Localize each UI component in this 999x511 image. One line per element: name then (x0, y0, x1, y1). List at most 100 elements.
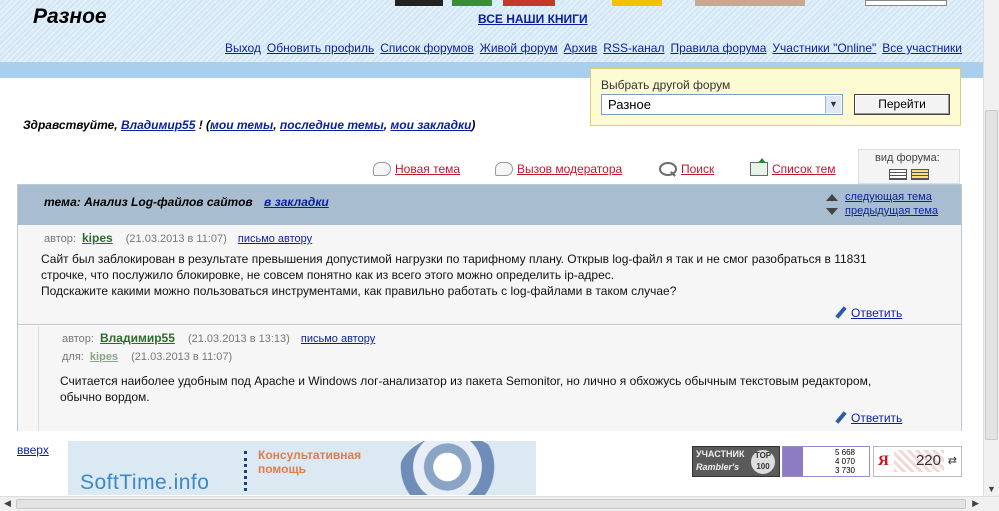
stats-bar-icon (783, 447, 803, 476)
tree-view-icon[interactable] (911, 169, 929, 180)
forum-actions: Новая тема Вызов модератора Поиск Список… (0, 158, 983, 182)
mail-author-link[interactable]: письмо автору (301, 333, 375, 345)
author-label: автор: (62, 333, 94, 345)
nav-update-profile[interactable]: Обновить профиль (267, 41, 374, 55)
post-2: автор: Владимир55 (21.03.2013 в 13:13) п… (18, 326, 961, 431)
nav-live-forum[interactable]: Живой форум (480, 41, 558, 55)
last-topics-link[interactable]: последние темы (280, 118, 384, 132)
softtime-banner[interactable]: SoftTime.info Консультативная помощь (68, 441, 536, 495)
call-moderator-link[interactable]: Вызов модератора (517, 162, 622, 176)
topic-list-action[interactable]: Список тем (750, 158, 836, 176)
speech-bubble-icon (373, 162, 391, 176)
consult-line-2: помощь (258, 462, 306, 476)
mail-author-link[interactable]: письмо автору (238, 233, 312, 245)
call-moderator-action[interactable]: Вызов модератора (495, 162, 622, 176)
horizontal-scrollbar[interactable]: ◀ ▶ (0, 496, 999, 511)
consult-line-1: Консультативная (258, 448, 362, 462)
book-banner-6[interactable] (865, 0, 947, 6)
scroll-right-icon[interactable]: ▶ (972, 498, 979, 509)
nav-logout[interactable]: Выход (225, 41, 261, 55)
prev-topic[interactable]: предыдущая тема (826, 205, 938, 217)
nav-archive[interactable]: Архив (564, 41, 598, 55)
dotted-separator (244, 451, 247, 491)
forum-select[interactable]: Разное ▼ (601, 94, 843, 115)
nav-all-members[interactable]: Все участники (882, 41, 962, 55)
horizontal-scroll-thumb[interactable] (16, 499, 966, 509)
book-banner-4[interactable] (612, 0, 662, 6)
my-bookmarks-link[interactable]: мои закладки (390, 118, 471, 132)
reply-link[interactable]: Ответить (851, 306, 902, 320)
reply-action[interactable]: Ответить (835, 411, 902, 425)
post-1: автор: kipes (21.03.2013 в 11:07) письмо… (18, 225, 961, 325)
my-topics-link[interactable]: мои темы (210, 118, 273, 132)
search-link[interactable]: Поиск (681, 162, 714, 176)
vertical-scroll-thumb[interactable] (985, 110, 998, 440)
scroll-down-icon[interactable]: ▼ (987, 484, 996, 494)
top-nav: Выход Обновить профиль Список форумов Жи… (0, 36, 983, 62)
nav-rss[interactable]: RSS-канал (603, 41, 664, 55)
triangle-up-icon (826, 193, 838, 201)
post-line: обычно вордом. (60, 390, 150, 404)
reply-link[interactable]: Ответить (851, 411, 902, 425)
post-meta: автор: Владимир55 (21.03.2013 в 13:13) п… (62, 331, 375, 345)
back-to-top-link[interactable]: вверх (17, 443, 49, 457)
book-banner-5[interactable] (695, 0, 805, 6)
next-topic[interactable]: следующая тема (826, 191, 932, 203)
triangle-down-icon (826, 207, 838, 215)
reply-to-meta: для: kipes (21.03.2013 в 11:07) (62, 351, 232, 363)
search-action[interactable]: Поиск (659, 162, 714, 176)
new-topic-link[interactable]: Новая тема (395, 162, 460, 176)
book-banner-1[interactable] (395, 0, 443, 6)
topic-title: тема: Анализ Log-файлов сайтов (44, 195, 253, 209)
chevron-down-icon[interactable]: ▼ (825, 96, 841, 113)
yandex-counter[interactable]: Я 220 ⇄ (873, 446, 962, 477)
prev-topic-link[interactable]: предыдущая тема (845, 205, 938, 217)
stats-value: 3 730 (834, 466, 855, 475)
topic-list-link[interactable]: Список тем (772, 162, 836, 176)
post-meta: автор: kipes (21.03.2013 в 11:07) письмо… (44, 231, 312, 245)
stats-counter[interactable]: 5 668 4 070 3 730 (782, 446, 870, 477)
forum-switch-box: Выбрать другой форум Разное ▼ Перейти (590, 68, 961, 126)
greeting-suffix: ) (471, 118, 476, 132)
nav-forum-list[interactable]: Список форумов (380, 41, 474, 55)
post-line: Сайт был заблокирован в результате превы… (41, 252, 867, 266)
greeting: Здравствуйте, Владимир55 ! (мои темы, по… (23, 118, 475, 132)
next-topic-link[interactable]: следующая тема (845, 191, 932, 203)
book-banner-2[interactable] (452, 0, 492, 6)
speech-bubble-icon (495, 162, 513, 176)
post-line: Считается наиболее удобным под Apache и … (60, 374, 872, 388)
author-link[interactable]: kipes (82, 231, 113, 245)
flat-view-icon[interactable] (889, 169, 907, 180)
pencil-icon (835, 412, 847, 424)
rambler-label: УЧАСТНИК (696, 449, 745, 459)
post-line: Подскажите какими можно пользоваться инс… (41, 284, 677, 298)
bookmark-link[interactable]: в закладки (264, 195, 329, 209)
reply-action[interactable]: Ответить (835, 306, 902, 320)
post-body: Считается наиболее удобным под Apache и … (60, 373, 871, 405)
rambler-counter[interactable]: УЧАСТНИК Rambler's TOP 100 (692, 446, 780, 477)
vertical-scrollbar[interactable]: ▼ (983, 0, 999, 496)
reply-to-author-link[interactable]: kipes (90, 351, 118, 363)
user-link[interactable]: Владимир55 (121, 118, 195, 132)
topic-list-icon (750, 158, 768, 176)
go-button[interactable]: Перейти (854, 94, 950, 115)
author-label: автор: (44, 233, 76, 245)
new-topic-action[interactable]: Новая тема (373, 162, 460, 176)
nav-rules[interactable]: Правила форума (670, 41, 766, 55)
nav-online-members[interactable]: Участники "Online" (772, 41, 876, 55)
greeting-sep-1: , (273, 118, 277, 132)
author-link[interactable]: Владимир55 (100, 331, 175, 345)
search-icon (659, 162, 677, 176)
rambler-top100: TOP 100 (751, 450, 775, 474)
post-date: (21.03.2013 в 11:07) (125, 233, 227, 245)
scroll-left-icon[interactable]: ◀ (4, 498, 11, 509)
post-2-inner: автор: Владимир55 (21.03.2013 в 13:13) п… (38, 326, 961, 431)
post-body: Сайт был заблокирован в результате превы… (41, 251, 867, 299)
reply-to-label: для: (62, 351, 84, 363)
book-banner-3[interactable] (503, 0, 555, 6)
all-books-link[interactable]: ВСЕ НАШИ КНИГИ (478, 12, 588, 26)
yandex-letter: Я (878, 453, 889, 469)
greeting-mid: ! ( (198, 118, 211, 132)
forum-view-label: вид форума: (875, 152, 940, 164)
forum-switch-label: Выбрать другой форум (601, 78, 731, 92)
